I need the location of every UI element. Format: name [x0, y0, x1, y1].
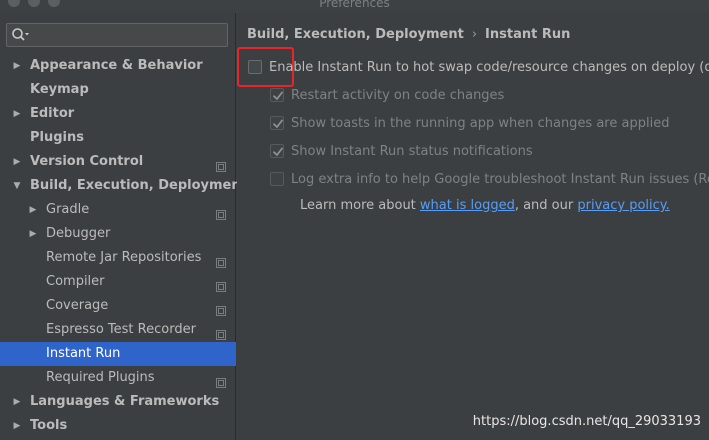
sidebar-item-espresso-test-recorder[interactable]: Espresso Test Recorder	[0, 318, 236, 342]
project-level-icon	[216, 205, 226, 220]
sidebar-item-build-execution-deployment[interactable]: ▼ Build, Execution, Deployment	[0, 174, 247, 198]
enable-instant-run-checkbox[interactable]	[248, 60, 262, 74]
sidebar-item-version-control[interactable]: ▶ Version Control	[0, 150, 236, 174]
sidebar-item-required-plugins[interactable]: Required Plugins	[0, 366, 236, 390]
learn-more-middle: , and our	[514, 198, 578, 213]
sidebar-item-plugins[interactable]: Plugins	[0, 126, 236, 150]
sidebar-item-label: Debugger	[46, 226, 111, 241]
sidebar-item-tools[interactable]: ▶ Tools	[0, 414, 236, 438]
restart-activity-option[interactable]: Restart activity on code changes	[270, 85, 504, 105]
sidebar-item-label: Plugins	[30, 130, 84, 145]
project-level-icon	[216, 373, 226, 388]
sidebar-item-languages-frameworks[interactable]: ▶ Languages & Frameworks	[0, 390, 236, 414]
show-toasts-label: Show toasts in the running app when chan…	[291, 115, 670, 131]
settings-panel: Build, Execution, Deployment › Instant Run…	[237, 13, 709, 440]
log-extra-info-checkbox[interactable]	[270, 172, 284, 186]
sidebar-item-label: Compiler	[46, 274, 105, 289]
expanded-arrow-icon[interactable]: ▼	[12, 174, 22, 198]
sidebar-item-coverage[interactable]: Coverage	[0, 294, 236, 318]
show-toasts-checkbox[interactable]	[270, 116, 284, 130]
sidebar-item-label: Instant Run	[46, 346, 121, 361]
sidebar-item-label: Appearance & Behavior	[30, 58, 203, 73]
restart-activity-checkbox[interactable]	[270, 88, 284, 102]
project-level-icon	[216, 301, 226, 316]
search-input[interactable]	[6, 23, 228, 47]
collapsed-arrow-icon[interactable]: ▶	[12, 150, 22, 174]
enable-instant-run-label: Enable Instant Run to hot swap code/reso…	[269, 59, 709, 75]
log-extra-info-option[interactable]: Log extra info to help Google troublesho…	[270, 169, 709, 189]
sidebar-item-label: Editor	[30, 106, 75, 121]
sidebar-item-label: Remote Jar Repositories	[46, 250, 202, 265]
breadcrumb-separator: ›	[471, 27, 478, 42]
project-level-icon	[216, 253, 226, 268]
sidebar-item-label: Version Control	[30, 154, 144, 169]
show-toasts-option[interactable]: Show toasts in the running app when chan…	[270, 113, 669, 133]
sidebar-item-label: Keymap	[30, 82, 89, 97]
sidebar-item-keymap[interactable]: Keymap	[0, 78, 236, 102]
sidebar-item-appearance-behavior[interactable]: ▶ Appearance & Behavior	[0, 54, 236, 78]
watermark-text: https://blog.csdn.net/qq_29033193	[472, 414, 701, 429]
sidebar-item-remote-jar-repositories[interactable]: Remote Jar Repositories	[0, 246, 236, 270]
status-notifications-checkbox[interactable]	[270, 144, 284, 158]
title-bar: Preferences	[0, 0, 709, 13]
sidebar-item-compiler[interactable]: Compiler	[0, 270, 236, 294]
log-extra-info-label: Log extra info to help Google troublesho…	[291, 171, 709, 187]
sidebar-item-label: Gradle	[46, 202, 90, 217]
learn-more-prefix: Learn more about	[300, 198, 420, 213]
what-is-logged-link[interactable]: what is logged	[420, 198, 515, 213]
sidebar-item-gradle[interactable]: ▶ Gradle	[0, 198, 236, 222]
collapsed-arrow-icon[interactable]: ▶	[28, 222, 38, 246]
breadcrumb-parent[interactable]: Build, Execution, Deployment	[247, 27, 464, 42]
project-level-icon	[216, 157, 226, 172]
sidebar-item-label: Espresso Test Recorder	[46, 322, 196, 337]
status-notifications-label: Show Instant Run status notifications	[291, 143, 533, 159]
window-title: Preferences	[319, 0, 390, 10]
learn-more-text: Learn more about what is logged, and our…	[300, 198, 670, 213]
settings-tree: ▶ Appearance & Behavior Keymap ▶ Editor Plugi…	[0, 54, 247, 438]
sidebar-item-label: Required Plugins	[46, 370, 155, 385]
collapsed-arrow-icon[interactable]: ▶	[12, 414, 22, 438]
search-icon	[11, 27, 31, 43]
collapsed-arrow-icon[interactable]: ▶	[12, 102, 22, 126]
sidebar-item-label: Coverage	[46, 298, 109, 313]
enable-instant-run-option[interactable]: Enable Instant Run to hot swap code/reso…	[248, 57, 709, 77]
settings-sidebar: ▶ Appearance & Behavior Keymap ▶ Editor Plugi…	[0, 13, 247, 440]
sidebar-item-instant-run[interactable]: Instant Run	[0, 342, 236, 366]
breadcrumb-current: Instant Run	[485, 27, 571, 42]
sidebar-item-label: Languages & Frameworks	[30, 394, 220, 409]
collapsed-arrow-icon[interactable]: ▶	[12, 390, 22, 414]
sidebar-item-label: Tools	[30, 418, 68, 433]
sidebar-item-editor[interactable]: ▶ Editor	[0, 102, 236, 126]
status-notifications-option[interactable]: Show Instant Run status notifications	[270, 141, 533, 161]
breadcrumb: Build, Execution, Deployment › Instant Run	[247, 27, 570, 42]
collapsed-arrow-icon[interactable]: ▶	[12, 54, 22, 78]
sidebar-item-debugger[interactable]: ▶ Debugger	[0, 222, 236, 246]
restart-activity-label: Restart activity on code changes	[291, 87, 505, 103]
privacy-policy-link[interactable]: privacy policy.	[577, 198, 669, 213]
project-level-icon	[216, 277, 226, 292]
sidebar-item-label: Build, Execution, Deployment	[30, 178, 247, 193]
collapsed-arrow-icon[interactable]: ▶	[28, 198, 38, 222]
project-level-icon	[216, 325, 226, 340]
